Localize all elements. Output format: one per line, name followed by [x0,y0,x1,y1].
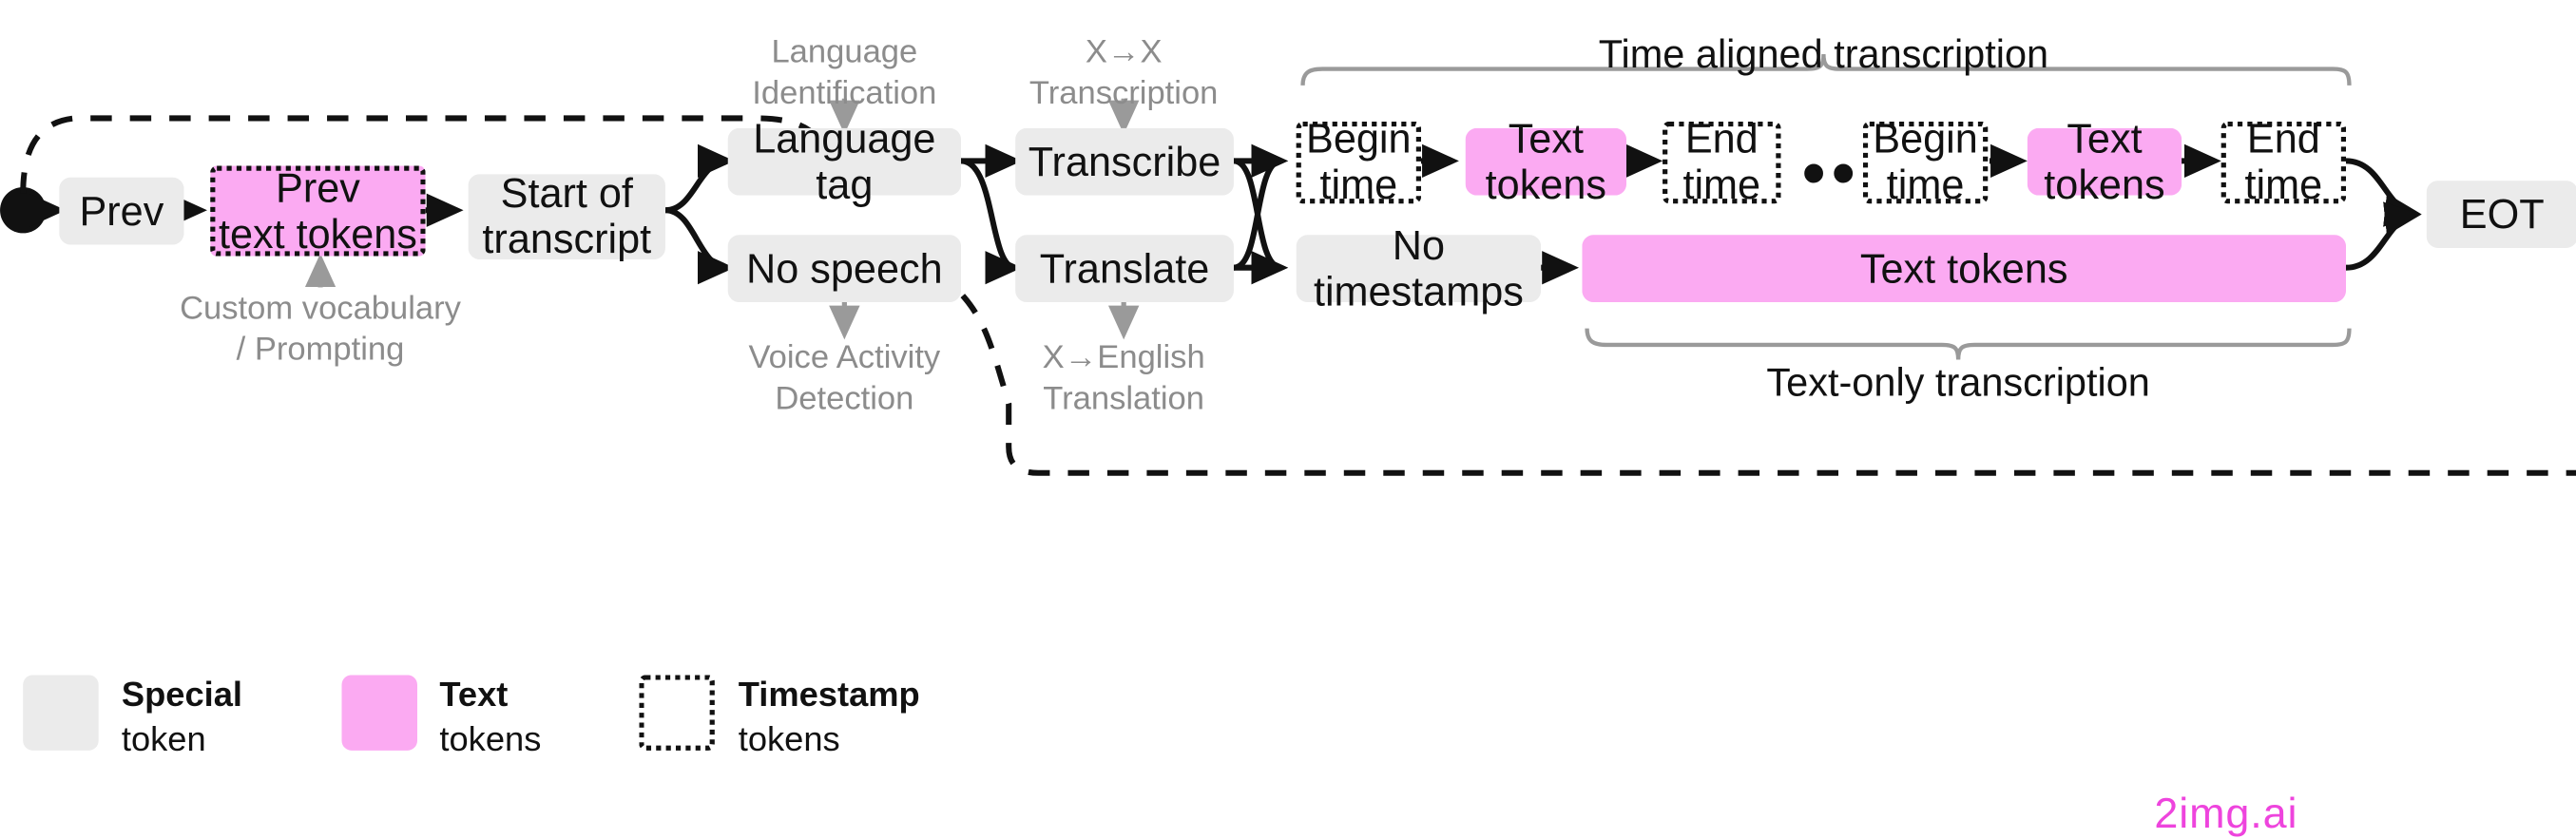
node-begin-time-2[interactable]: Begin time [1862,117,1989,208]
legend-item-timestamp: Timestamp tokens [640,675,920,763]
node-end-time-2[interactable]: End time [2220,117,2347,208]
diagram-canvas: Prev Prev text tokens Start of transcrip… [0,0,2576,837]
legend-subtitle-timestamp: tokens [738,720,840,759]
caption-x-to-x-transcription: X→X Transcription [1028,34,1219,112]
legend: Special token Text tokens Timestamp toke… [23,675,1018,763]
legend-title-special: Special [121,677,243,715]
watermark: 2img.ai [2154,788,2298,838]
node-end-time-1[interactable]: End time [1663,117,1781,208]
caption-x-to-english-translation: X→English Translation [1042,339,1205,417]
node-begin-time-1[interactable]: Begin time [1296,117,1421,208]
legend-subtitle-text: tokens [439,720,542,759]
legend-swatch-timestamp-icon [640,675,716,751]
node-eot[interactable]: EOT [2426,181,2576,248]
node-start-of-transcript[interactable]: Start of transcript [468,171,665,263]
bracket-label-time-aligned: Time aligned transcription [1598,32,2049,78]
node-text-tokens-2[interactable]: Text tokens [2027,116,2182,208]
node-text-tokens-1[interactable]: Text tokens [1465,116,1627,208]
legend-title-text: Text [439,677,509,715]
legend-title-timestamp: Timestamp [738,677,920,715]
start-dot [0,187,47,234]
bracket-text-only [1585,328,2352,360]
node-prev-text-tokens[interactable]: Prev text tokens [210,165,426,257]
bracket-label-text-only: Text-only transcription [1766,361,2150,406]
node-text-tokens-full[interactable]: Text tokens [1582,235,2347,303]
node-language-tag[interactable]: Language tag [727,116,962,208]
caption-language-identification: Language Identification [752,34,937,112]
caption-voice-activity-detection: Voice Activity Detection [748,339,941,417]
caption-custom-vocabulary: Custom vocabulary / Prompting [180,290,461,369]
legend-swatch-text-icon [340,675,417,751]
legend-subtitle-special: token [121,720,206,759]
node-prev[interactable]: Prev [59,177,184,245]
legend-item-text: Text tokens [340,675,542,763]
node-translate[interactable]: Translate [1015,235,1234,303]
legend-swatch-special-icon [23,675,99,751]
node-no-speech[interactable]: No speech [727,235,962,303]
legend-item-special: Special token [23,675,242,763]
node-no-timestamps[interactable]: No timestamps [1296,222,1542,315]
node-transcribe[interactable]: Transcribe [1015,127,1234,196]
